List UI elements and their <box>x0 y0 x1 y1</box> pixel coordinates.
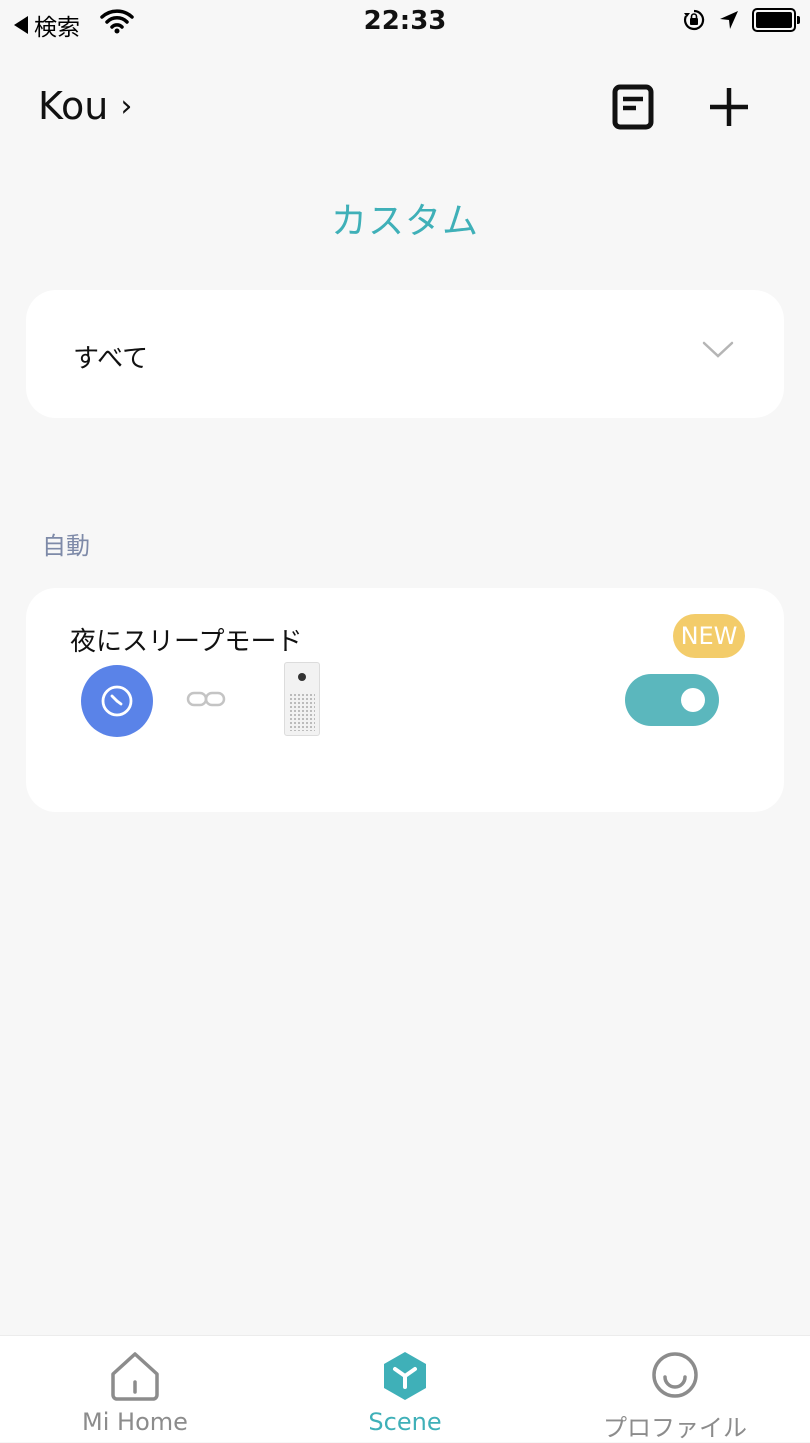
tab-label: プロファイル <box>603 1414 747 1442</box>
scene-enable-toggle[interactable] <box>625 674 719 726</box>
log-button[interactable] <box>612 84 654 134</box>
page-title: カスタム <box>330 201 479 242</box>
filter-selected-label: すべて <box>73 344 149 374</box>
link-icon <box>186 691 226 707</box>
home-name: Kou <box>38 84 109 128</box>
tab-label: Scene <box>368 1408 442 1436</box>
trigger-clock <box>81 665 153 737</box>
chevron-right-icon: › <box>120 88 133 124</box>
home-icon <box>111 1352 159 1401</box>
new-badge: NEW <box>673 614 745 658</box>
orientation-lock-icon <box>683 9 705 31</box>
clock-icon <box>101 685 133 717</box>
status-bar: 検索 22:33 <box>0 0 810 46</box>
tab-bar: Mi Home Scene プロファイル <box>0 1335 810 1442</box>
battery-icon <box>752 8 800 32</box>
location-arrow-icon <box>720 11 738 29</box>
tab-scene[interactable]: Scene <box>270 1336 540 1442</box>
scene-filter-dropdown[interactable]: すべて <box>26 290 784 418</box>
scene-icon <box>384 1352 426 1400</box>
document-icon <box>612 84 654 130</box>
air-purifier-icon <box>284 662 320 736</box>
toggle-knob <box>681 688 705 712</box>
add-scene-button[interactable] <box>708 86 750 132</box>
tab-mi-home[interactable]: Mi Home <box>0 1336 270 1442</box>
scene-name: 夜にスリープモード <box>70 627 303 657</box>
section-title-auto: 自動 <box>42 532 90 560</box>
scene-card[interactable]: 夜にスリープモード NEW <box>26 588 784 812</box>
tab-profile[interactable]: プロファイル <box>540 1336 810 1442</box>
tab-label: Mi Home <box>82 1408 188 1436</box>
smiley-icon <box>652 1352 698 1398</box>
plus-icon <box>710 88 748 126</box>
chevron-down-icon <box>702 341 734 358</box>
home-selector[interactable]: Kou › <box>38 84 132 128</box>
